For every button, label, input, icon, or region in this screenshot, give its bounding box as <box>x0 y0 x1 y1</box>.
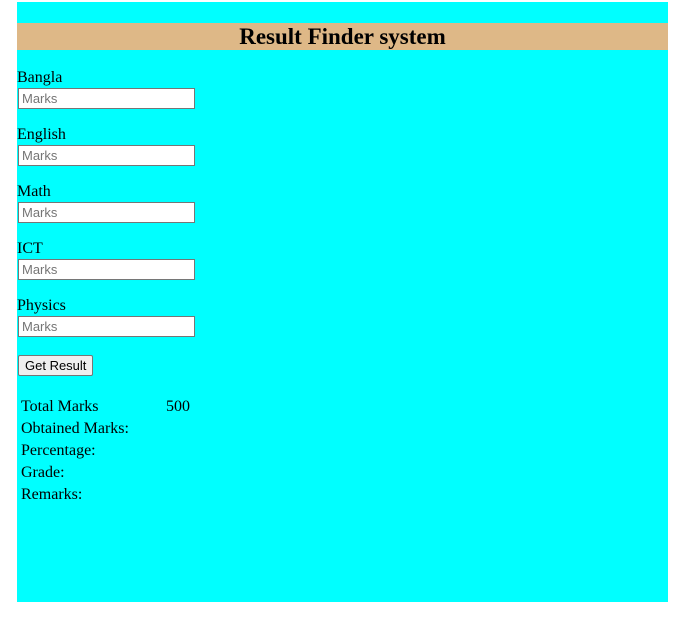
subject-field-math: Math <box>17 183 317 240</box>
subject-field-physics: Physics <box>17 297 317 354</box>
physics-marks-input[interactable] <box>18 316 195 337</box>
subject-label-bangla: Bangla <box>17 69 63 86</box>
result-row-grade: Grade: <box>20 463 191 483</box>
percentage-value <box>165 441 191 461</box>
subject-label-ict: ICT <box>17 240 43 257</box>
subject-label-math: Math <box>17 183 51 200</box>
ict-marks-input[interactable] <box>18 259 195 280</box>
total-marks-value: 500 <box>165 398 190 415</box>
result-row-total-marks: Total Marks 500 <box>20 397 191 417</box>
math-marks-input[interactable] <box>18 202 195 223</box>
subject-label-english: English <box>17 126 66 143</box>
subject-label-physics: Physics <box>17 297 66 314</box>
subject-field-bangla: Bangla <box>17 69 317 126</box>
remarks-value <box>165 485 191 505</box>
result-finder-panel: Result Finder system Bangla English Math… <box>17 2 668 602</box>
obtained-marks-label: Obtained Marks: <box>21 420 129 437</box>
percentage-label: Percentage: <box>21 442 96 459</box>
total-marks-label: Total Marks <box>21 398 99 415</box>
get-result-button[interactable]: Get Result <box>18 355 94 376</box>
bangla-marks-input[interactable] <box>18 88 195 109</box>
page-title: Result Finder system <box>17 23 668 50</box>
result-row-remarks: Remarks: <box>20 485 191 505</box>
subject-field-ict: ICT <box>17 240 317 297</box>
results-table: Total Marks 500 Obtained Marks: Percenta… <box>18 395 193 507</box>
remarks-label: Remarks: <box>21 486 83 503</box>
result-row-obtained-marks: Obtained Marks: <box>20 419 191 439</box>
grade-label: Grade: <box>21 464 65 481</box>
subject-field-english: English <box>17 126 317 183</box>
grade-value <box>165 463 191 483</box>
obtained-marks-value <box>165 419 191 439</box>
result-row-percentage: Percentage: <box>20 441 191 461</box>
marks-form: Bangla English Math ICT Physics <box>17 69 317 354</box>
english-marks-input[interactable] <box>18 145 195 166</box>
